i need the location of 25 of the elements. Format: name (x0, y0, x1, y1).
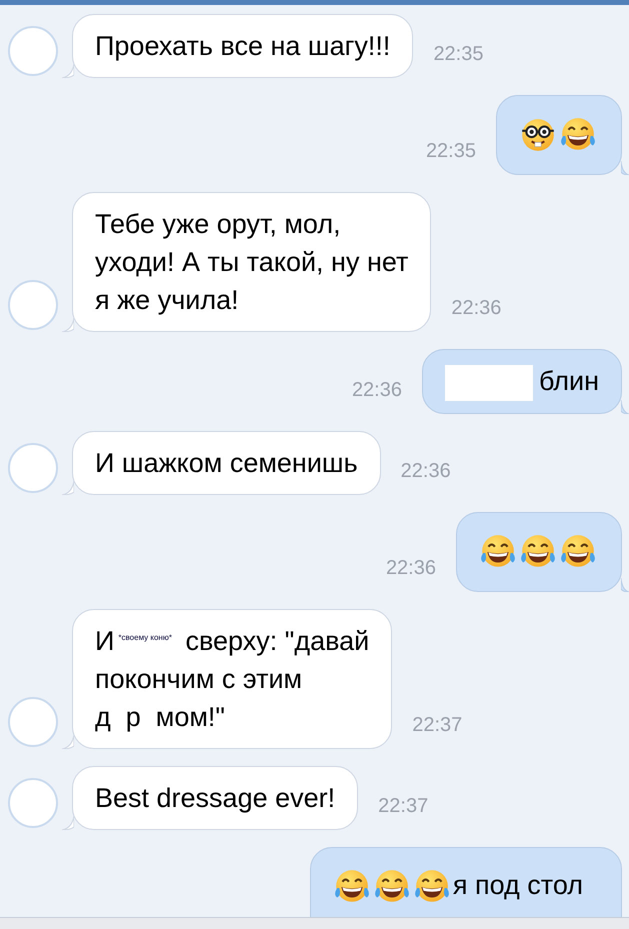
avatar[interactable] (8, 696, 58, 747)
message-time: 22:36 (386, 556, 436, 580)
message-text: покончим с этим (95, 662, 304, 696)
glasses-emoji-icon (519, 116, 557, 154)
avatar[interactable] (8, 778, 58, 828)
message-text: Проехать все на шагу!!! (95, 31, 390, 61)
message-time: 22:35 (426, 140, 476, 163)
message-text: И шажком семенишь (95, 448, 358, 478)
message-text: д р мом!" (95, 700, 226, 734)
message-time: 22:36 (352, 378, 402, 402)
message-time: 22:37 (412, 714, 462, 737)
message-time: 22:36 (451, 297, 502, 320)
message-text: я под стол (452, 870, 583, 900)
message-time: 22:37 (378, 794, 428, 818)
message-text: И (95, 626, 114, 656)
message-text: блин (539, 366, 599, 396)
sticker-text: *своему коню* (118, 632, 172, 642)
message-text: Тебе уже орут, мол, уходи! А ты такой, ну нет я же учила! (95, 209, 408, 315)
message-text: сверху: "давай (184, 626, 370, 656)
message-text: Best dressage ever! (95, 782, 336, 813)
avatar[interactable] (8, 26, 58, 76)
message-time: 22:35 (433, 43, 484, 66)
message-time: 22:36 (400, 460, 451, 483)
avatar[interactable] (8, 442, 58, 493)
avatar[interactable] (8, 280, 58, 330)
